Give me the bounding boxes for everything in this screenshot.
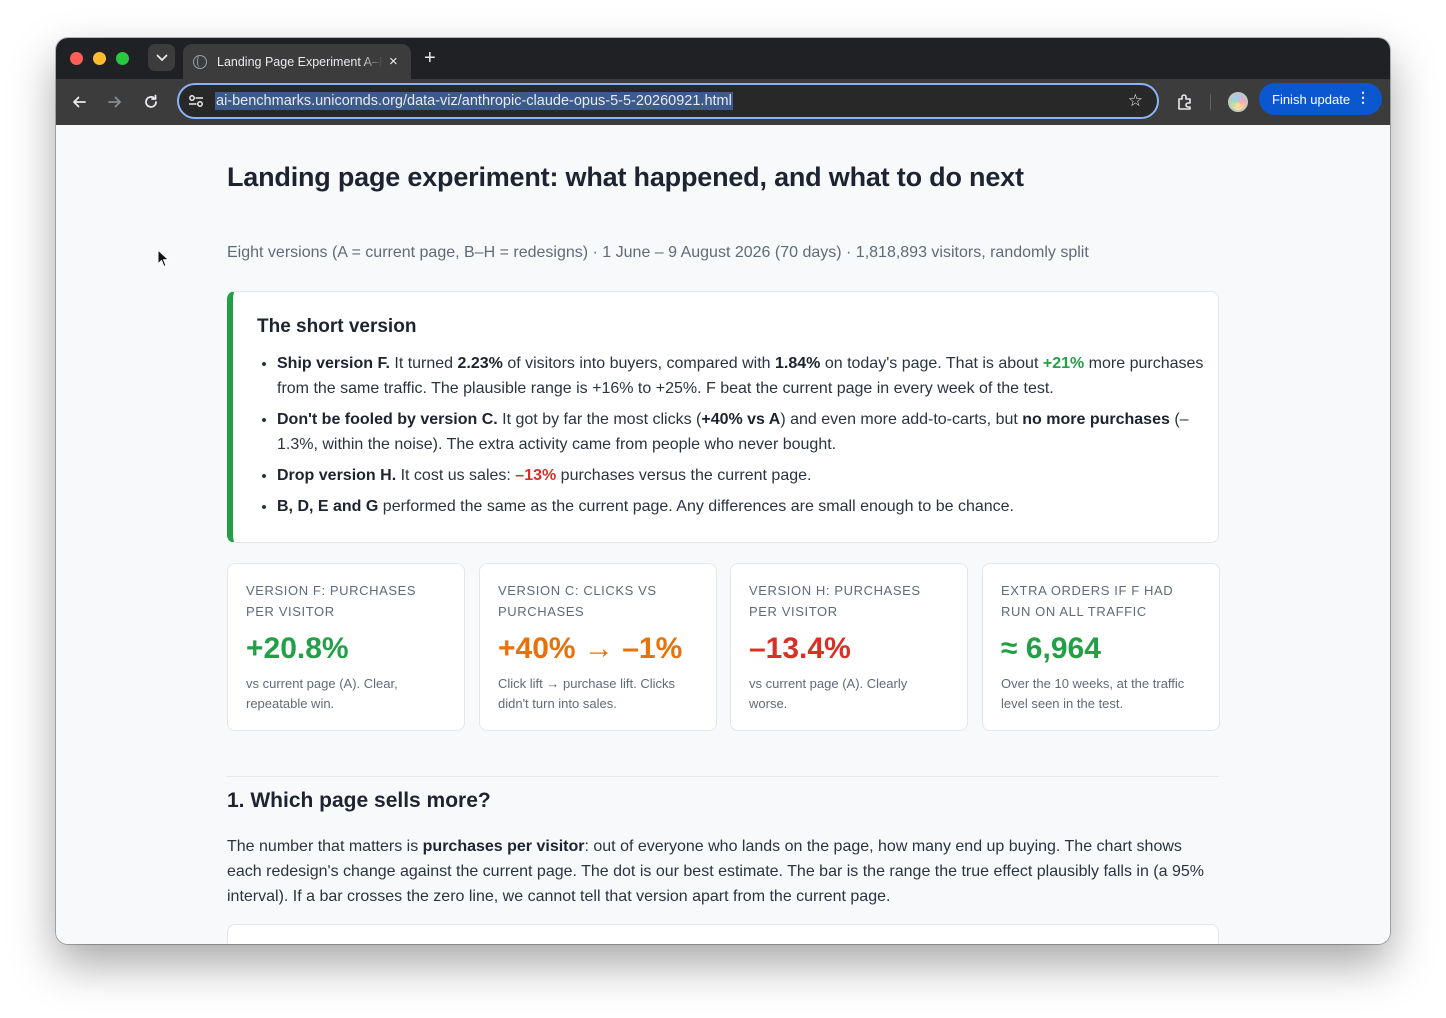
globe-icon (193, 54, 207, 69)
arrow-left-icon (73, 96, 86, 108)
back-button[interactable] (66, 89, 92, 115)
kpi-note: Over the 10 weeks, at the traffic level … (1001, 676, 1185, 711)
page-subtitle: Eight versions (A = current page, B–H = … (227, 244, 1089, 261)
section-paragraph: The number that matters is purchases per… (227, 838, 1204, 905)
kpi-note: vs current page (A). Clearly worse. (749, 676, 908, 711)
new-tab-button[interactable]: + (424, 46, 436, 70)
kpi-value: –13.4% (749, 632, 851, 665)
close-tab-icon[interactable]: × (389, 54, 398, 69)
url-text[interactable]: ai-benchmarks.unicornds.org/data-viz/ant… (215, 92, 733, 110)
kpi-label: Version C: clicks vs purchases (498, 583, 657, 619)
kpi-value: +20.8% (246, 632, 349, 665)
kpi-note: Click lift → purchase lift. Clicks didn'… (498, 676, 675, 711)
summary-box: The short version Ship version F. It tur… (227, 291, 1219, 543)
kpi-value: +40% → –1% (498, 632, 683, 665)
page-title: Landing page experiment: what happened, … (227, 162, 1024, 192)
active-tab[interactable]: Landing Page Experiment A–H × (183, 44, 411, 79)
page-content: Landing page experiment: what happened, … (56, 125, 1390, 944)
tab-strip: Landing Page Experiment A–H × + (56, 38, 1390, 79)
mouse-cursor-icon (157, 249, 170, 268)
kpi-card-version-c: Version C: clicks vs purchases +40% → –1… (479, 563, 717, 731)
kpi-card-extra-orders: Extra orders if F had run on all traffic… (982, 563, 1220, 731)
summary-heading: The short version (257, 316, 417, 337)
finish-update-label: Finish update (1272, 91, 1351, 107)
chart-svg: +30%+25% (228, 925, 1220, 944)
kpi-label: Extra orders if F had run on all traffic (1001, 583, 1174, 619)
section-heading: 1. Which page sells more? (227, 789, 491, 812)
site-info-icon[interactable] (188, 93, 204, 109)
forward-button[interactable] (102, 89, 128, 115)
kpi-label: Version H: purchases per visitor (749, 583, 921, 619)
kpi-note: vs current page (A). Clear, repeatable w… (246, 676, 398, 711)
kpi-cards: Version F: purchases per visitor +20.8% … (227, 563, 1220, 731)
reload-button[interactable] (138, 89, 164, 115)
minimize-window-button[interactable] (93, 52, 106, 65)
maximize-window-button[interactable] (116, 52, 129, 65)
close-window-button[interactable] (70, 52, 83, 65)
toolbar-divider (1210, 94, 1211, 110)
browser-toolbar: ai-benchmarks.unicornds.org/data-viz/ant… (56, 79, 1390, 125)
more-menu-icon[interactable]: ⋮ (1356, 90, 1370, 104)
kpi-card-version-f: Version F: purchases per visitor +20.8% … (227, 563, 465, 731)
bookmark-star-icon[interactable]: ☆ (1128, 91, 1143, 111)
chevron-down-icon (156, 54, 167, 61)
profile-avatar[interactable] (1228, 92, 1248, 112)
extensions-icon[interactable] (1174, 91, 1196, 113)
summary-item-others: B, D, E and G performed the same as the … (277, 494, 1207, 519)
kpi-value: ≈ 6,964 (1001, 632, 1101, 665)
browser-window: Landing Page Experiment A–H × + ai-bench… (56, 38, 1390, 944)
section-divider (227, 776, 1219, 777)
purchases-chart: +30% +25% (227, 924, 1219, 944)
summary-item-version-c: Don't be fooled by version C. It got by … (277, 407, 1207, 457)
arrow-right-icon (108, 96, 121, 108)
summary-item-ship-f: Ship version F. It turned 2.23% of visit… (277, 351, 1207, 401)
reload-icon (145, 94, 157, 108)
summary-item-drop-h: Drop version H. It cost us sales: –13% p… (277, 463, 1207, 488)
tab-title: Landing Page Experiment A–H (217, 54, 383, 69)
kpi-card-version-h: Version H: purchases per visitor –13.4% … (730, 563, 968, 731)
address-bar[interactable]: ai-benchmarks.unicornds.org/data-viz/ant… (177, 83, 1159, 119)
finish-update-button[interactable]: Finish update ⋮ (1259, 83, 1382, 115)
summary-list: Ship version F. It turned 2.23% of visit… (277, 351, 1207, 525)
tab-search-button[interactable] (148, 44, 175, 71)
kpi-label: Version F: purchases per visitor (246, 583, 417, 619)
